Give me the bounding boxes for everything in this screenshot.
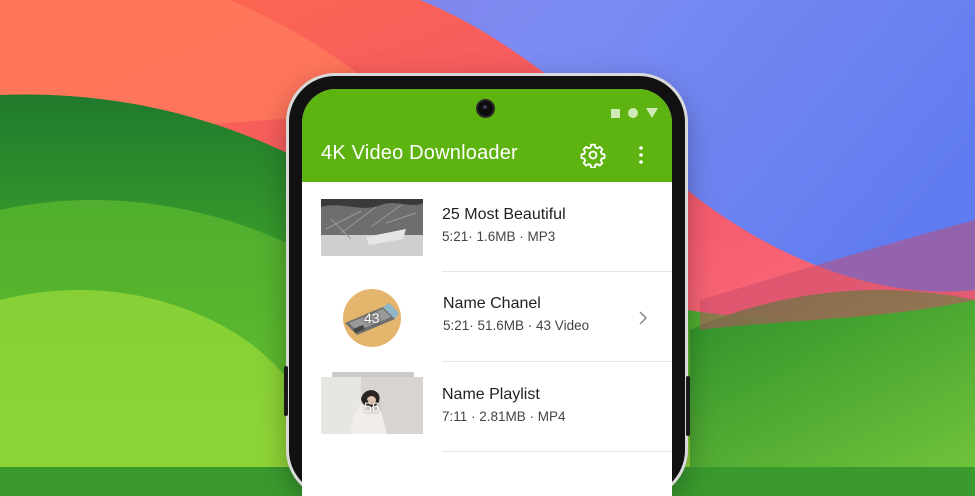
square-status-icon <box>611 108 620 118</box>
item-meta: 7:11 · 2.81MB · MP4 <box>442 409 566 424</box>
circle-status-icon <box>628 108 638 118</box>
phone-screen: 4K Video Downloader 25 Most Beautiful 5:… <box>302 89 672 496</box>
item-meta: 5:21· 1.6MB · MP3 <box>442 229 556 244</box>
download-item-0[interactable]: 25 Most Beautiful 5:21· 1.6MB · MP3 <box>302 182 672 272</box>
item-title: 25 Most Beautiful <box>442 206 566 223</box>
item-title: Name Chanel <box>443 295 541 312</box>
item-meta: 5:21· 51.6MB · 43 Video <box>443 318 590 333</box>
app-title: 4K Video Downloader <box>321 142 518 164</box>
channel-video-count: 43 <box>364 310 380 326</box>
front-camera <box>478 101 493 116</box>
video-thumbnail <box>321 199 423 256</box>
phone-frame: 4K Video Downloader 25 Most Beautiful 5:… <box>284 76 690 496</box>
chevron-right-icon[interactable] <box>637 310 649 326</box>
playlist-video-count: 56 <box>364 399 380 415</box>
download-item-2[interactable]: 56 Name Playlist 7:11 · 2.81MB · MP4 <box>302 362 672 452</box>
power-button <box>686 376 690 436</box>
more-options-button[interactable] <box>632 142 650 168</box>
settings-icon <box>580 143 606 169</box>
volume-button <box>284 366 288 416</box>
status-bar <box>302 89 672 129</box>
app-bar: 4K Video Downloader <box>302 129 672 182</box>
item-title: Name Playlist <box>442 386 540 403</box>
divider <box>442 451 672 452</box>
settings-button[interactable] <box>580 142 606 169</box>
signal-icon <box>646 108 658 118</box>
status-icons <box>611 108 658 118</box>
download-item-1[interactable]: 43 Name Chanel 5:21· 51.6MB · 43 Video <box>302 272 672 362</box>
more-vert-icon <box>639 146 643 164</box>
